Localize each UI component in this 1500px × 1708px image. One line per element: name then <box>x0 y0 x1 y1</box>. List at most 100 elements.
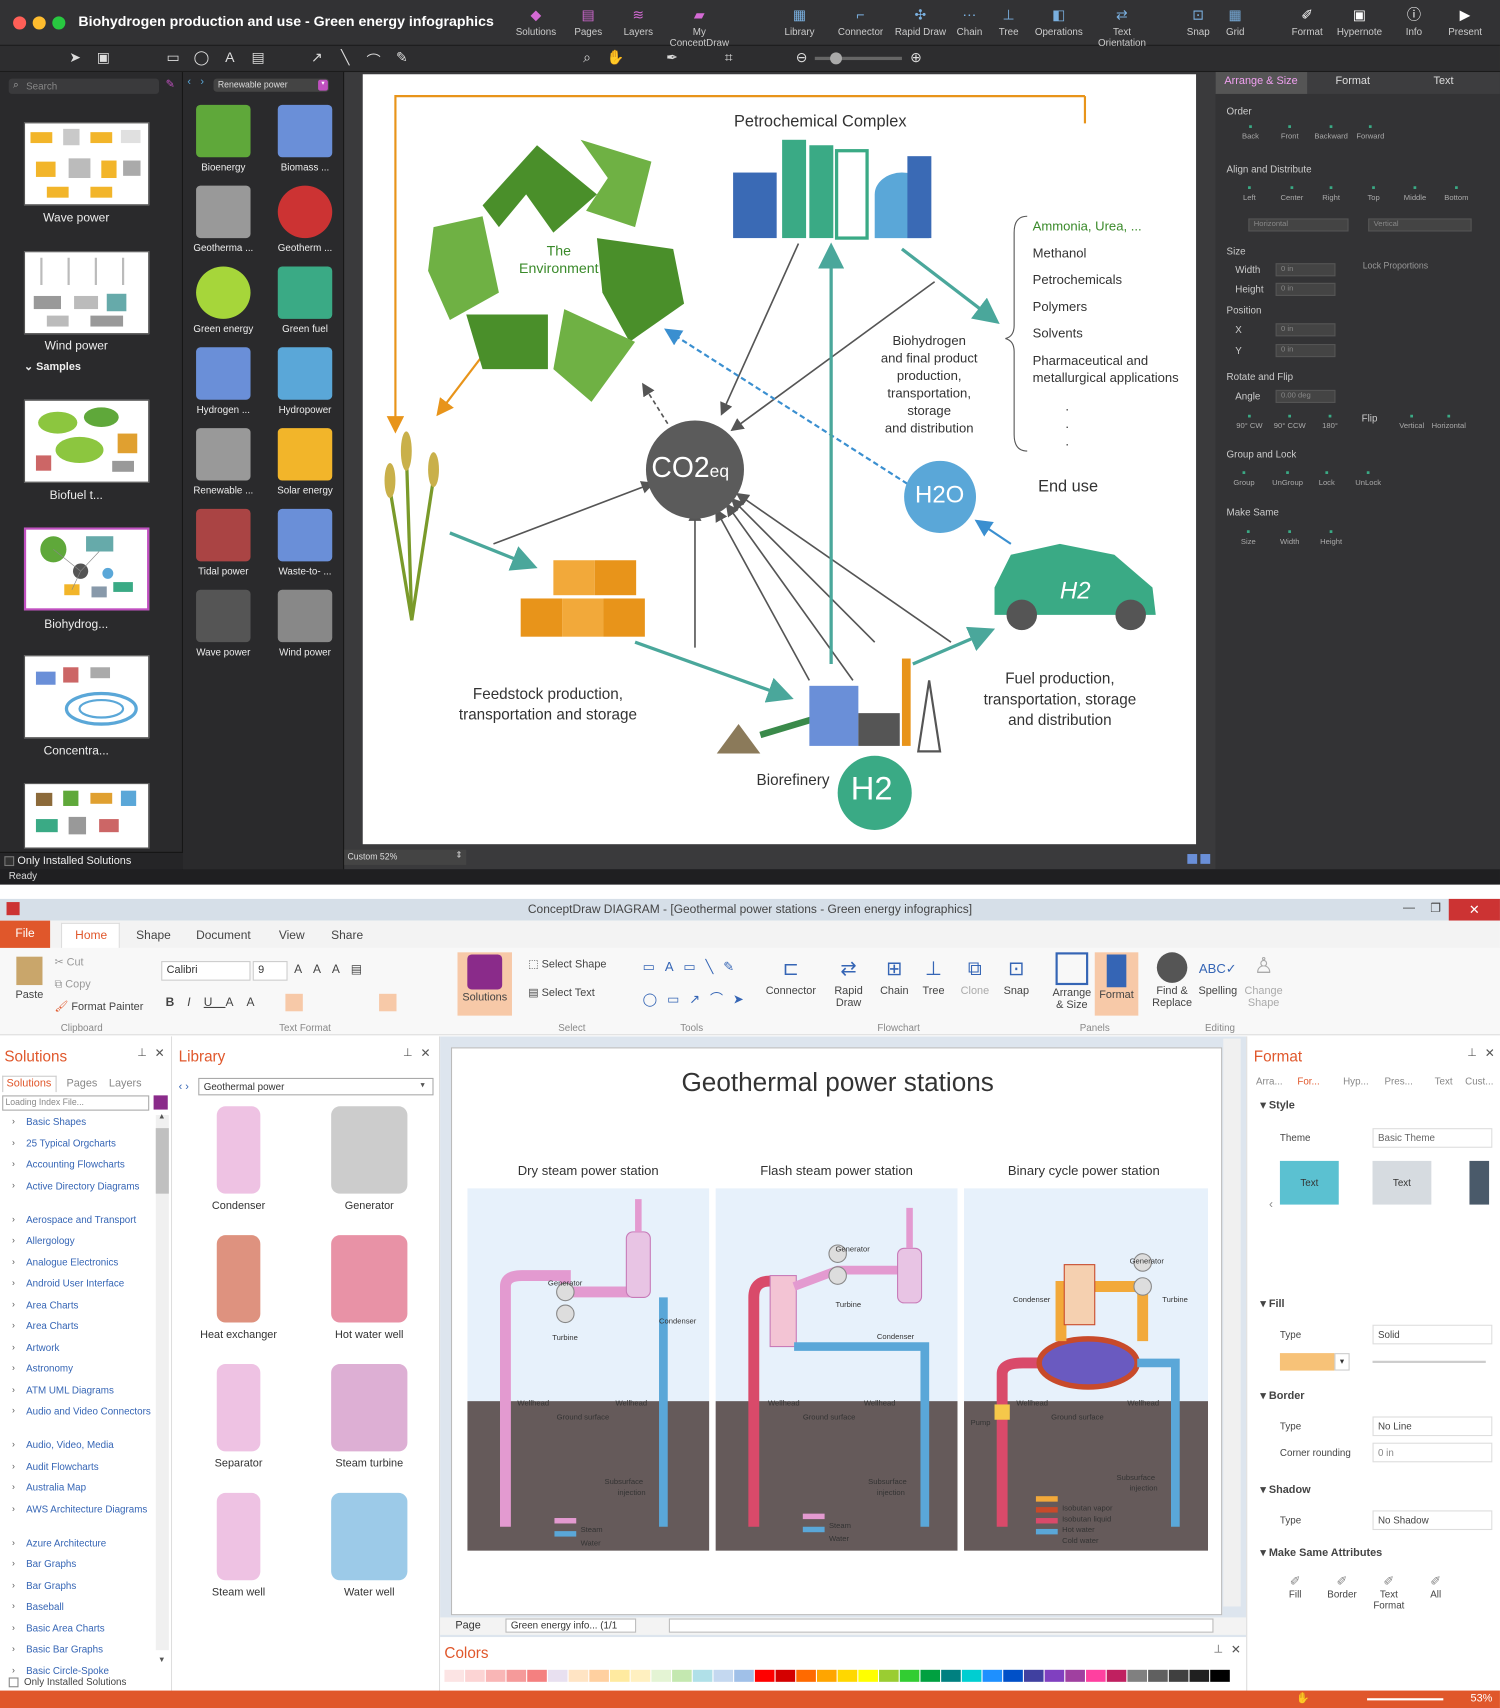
expand-arrow-icon[interactable]: › <box>12 1299 15 1309</box>
color-swatch[interactable] <box>568 1669 589 1682</box>
eyedropper-icon[interactable]: ✒ <box>662 49 682 66</box>
library-item-hydrogen[interactable]: Hydrogen ... <box>183 347 264 415</box>
font-grow-icons[interactable]: AAA▤ <box>294 962 373 976</box>
color-swatch[interactable] <box>1210 1669 1230 1682</box>
font-size-select[interactable]: 9 <box>252 961 288 981</box>
toolbar-button-operations[interactable]: ◧ Operations <box>1026 4 1091 38</box>
align-left-icon[interactable] <box>285 993 303 1012</box>
toolbar-button-connector[interactable]: ⌐ Connector <box>828 4 893 38</box>
make-same-text-format-button[interactable]: ✐ Text Format <box>1367 1574 1411 1611</box>
expand-arrow-icon[interactable]: › <box>12 1363 15 1373</box>
chevron-nav-icon[interactable]: ‹ › <box>179 1081 189 1093</box>
library-item-steam-turbine[interactable]: Steam turbine <box>309 1364 429 1470</box>
thumb-wave-power[interactable] <box>23 122 150 206</box>
library-item-condenser[interactable]: Condenser <box>179 1106 299 1212</box>
color-swatch[interactable] <box>1023 1669 1044 1682</box>
align-right-button[interactable]: ▪ Right <box>1309 182 1353 202</box>
theme-style-2[interactable]: Text <box>1372 1160 1432 1205</box>
height-field[interactable]: 0 in <box>1275 282 1336 296</box>
zoom-out-icon[interactable]: ⊖ <box>792 49 812 66</box>
rectangle-tool-icon[interactable]: ▭ <box>163 49 183 66</box>
pen-icon[interactable]: ✎ <box>166 79 175 91</box>
text-box-tool-icon[interactable]: ▣ <box>94 49 114 66</box>
solution-item[interactable]: Android User Interface <box>26 1277 151 1290</box>
format-tab-pres[interactable]: Pres... <box>1385 1076 1413 1087</box>
samples-section[interactable]: ⌄ Samples <box>24 361 81 373</box>
align-center-button[interactable]: ▪ Center <box>1270 182 1314 202</box>
zoom-slider-thumb[interactable] <box>830 52 843 65</box>
change-shape-button[interactable]: ♙ Change Shape <box>1242 952 1286 1009</box>
rapid-draw-button[interactable]: ⇄ Rapid Draw <box>828 952 869 1009</box>
color-swatch[interactable] <box>734 1669 754 1682</box>
expand-arrow-icon[interactable]: › <box>12 1320 15 1330</box>
zoom-slider[interactable] <box>1367 1698 1444 1701</box>
solution-item[interactable]: Audit Flowcharts <box>26 1460 151 1473</box>
fit-width-icon[interactable] <box>1200 854 1211 864</box>
solution-item[interactable]: Audio, Video, Media <box>26 1438 151 1451</box>
zoom-tool-icon[interactable]: ⌕ <box>577 49 597 66</box>
zoom-select[interactable]: Custom 52% <box>344 849 467 865</box>
format-button[interactable]: Format <box>1094 952 1139 1016</box>
solution-item[interactable]: Bar Graphs <box>26 1579 151 1592</box>
color-swatch[interactable] <box>982 1669 1003 1682</box>
solutions-button[interactable]: Solutions <box>457 952 512 1016</box>
canvas-hscrollbar[interactable] <box>668 1618 1214 1633</box>
search-input[interactable]: Search <box>8 78 160 94</box>
expand-arrow-icon[interactable]: › <box>12 1180 15 1190</box>
file-tab[interactable]: File <box>0 920 51 948</box>
color-swatch[interactable] <box>754 1669 775 1682</box>
expand-arrow-icon[interactable]: › <box>12 1601 15 1611</box>
expand-arrow-icon[interactable]: › <box>12 1644 15 1654</box>
chain-button[interactable]: ⊞ Chain <box>874 952 915 997</box>
scroll-up-icon[interactable]: ▲ <box>158 1113 166 1121</box>
rotate-180-button[interactable]: ▪ 180° <box>1308 411 1352 431</box>
close-panel-icon[interactable]: ✕ <box>1485 1046 1495 1060</box>
library-item-water-well[interactable]: Water well <box>309 1492 429 1599</box>
scroll-down-icon[interactable]: ▼ <box>158 1657 166 1665</box>
solution-item[interactable]: AWS Architecture Diagrams <box>26 1502 151 1515</box>
dropdown-icon[interactable]: ▾ <box>1334 1353 1350 1371</box>
same-height-button[interactable]: ▪ Height <box>1309 526 1353 546</box>
same-width-button[interactable]: ▪ Width <box>1268 526 1312 546</box>
library-item-tidal-power[interactable]: Tidal power <box>183 508 264 577</box>
pointer-tool-icon[interactable]: ➤ <box>65 49 85 66</box>
solution-item[interactable]: Analogue Electronics <box>26 1255 151 1268</box>
library-item-green-energy[interactable]: Green energy <box>183 266 264 334</box>
color-swatch[interactable] <box>506 1669 527 1682</box>
color-swatch[interactable] <box>837 1669 858 1682</box>
align-left-button[interactable]: ▪ Left <box>1228 182 1272 202</box>
format-tab-cust[interactable]: Cust... <box>1465 1076 1493 1087</box>
x-field[interactable]: 0 in <box>1275 323 1336 337</box>
color-swatch[interactable] <box>941 1669 961 1682</box>
expand-arrow-icon[interactable]: › <box>12 1384 15 1394</box>
rotate-90-ccw-button[interactable]: ▪ 90° CCW <box>1268 411 1312 431</box>
font-select[interactable]: Calibri <box>161 961 251 981</box>
chevron-right-icon[interactable]: › <box>200 76 204 88</box>
color-swatch[interactable] <box>692 1669 713 1682</box>
toolbar-button-my-conceptdraw[interactable]: ▰ My ConceptDraw <box>667 4 732 48</box>
color-swatch[interactable] <box>651 1669 672 1682</box>
format-painter-button[interactable]: 🖌 Format Painter <box>54 1001 143 1013</box>
expand-arrow-icon[interactable]: › <box>12 1439 15 1449</box>
drawing-tools-icons-2[interactable]: ◯▭↗⌒➤ <box>643 989 754 1008</box>
clone-button[interactable]: ⧉ Clone <box>954 952 995 997</box>
restore-icon[interactable]: ❐ <box>1430 901 1441 915</box>
arrange-size-button[interactable]: Arrange & Size <box>1048 952 1096 1011</box>
color-swatch[interactable] <box>796 1669 816 1682</box>
library-item-wave-power[interactable]: Wave power <box>183 589 264 657</box>
drawing-tools-icons[interactable]: ▭A▭╲✎ <box>643 959 744 974</box>
close-panel-icon[interactable]: ✕ <box>155 1046 165 1060</box>
color-swatch[interactable] <box>920 1669 941 1682</box>
tab-solutions[interactable]: Solutions <box>7 1078 52 1090</box>
color-swatch[interactable] <box>1148 1669 1168 1682</box>
group-lock-button[interactable]: ▪ Lock <box>1305 467 1349 487</box>
drawing-page[interactable]: Petrochemical Complex The Environment CO2… <box>362 74 1197 845</box>
snap-button[interactable]: ⊡ Snap <box>996 952 1037 997</box>
library-item-generator[interactable]: Generator <box>309 1106 429 1212</box>
color-swatch[interactable] <box>1065 1669 1085 1682</box>
tab-view[interactable]: View <box>279 929 305 942</box>
zoom-stepper-icon[interactable]: ⇕ <box>455 850 462 860</box>
line-tool-icon[interactable]: ╲ <box>336 49 356 66</box>
select-text-button[interactable]: ▤ Select Text <box>528 987 594 999</box>
solution-item[interactable]: 25 Typical Orgcharts <box>26 1136 151 1149</box>
